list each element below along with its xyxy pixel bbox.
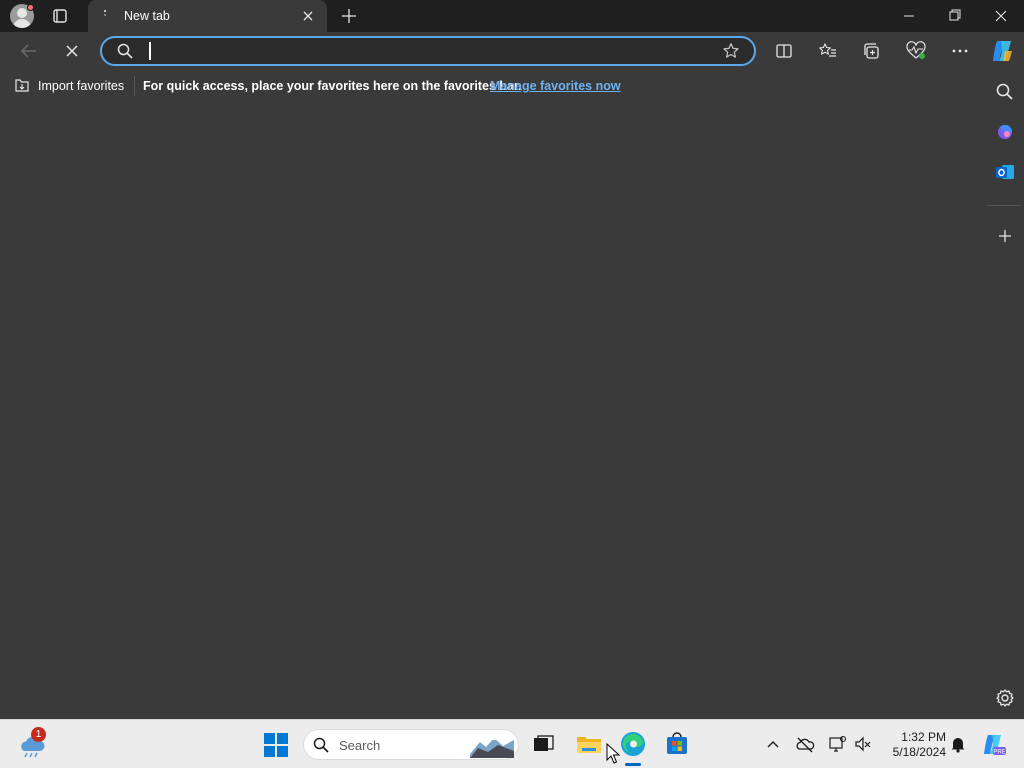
- divider: [134, 76, 135, 96]
- outlook-icon: [996, 165, 1014, 179]
- address-input[interactable]: [148, 41, 708, 61]
- store-button[interactable]: [662, 729, 692, 759]
- mouse-cursor: [606, 742, 621, 765]
- task-view-icon: [534, 735, 554, 751]
- close-window-button[interactable]: [978, 0, 1024, 32]
- favorites-button[interactable]: [813, 37, 843, 65]
- restore-button[interactable]: [932, 0, 978, 32]
- active-app-indicator: [625, 763, 641, 766]
- more-button[interactable]: [945, 37, 975, 65]
- performance-button[interactable]: [901, 37, 931, 65]
- notification-icon: [951, 738, 965, 753]
- loading-icon: [98, 8, 112, 22]
- star-icon[interactable]: [722, 42, 740, 60]
- minimize-icon: [904, 15, 914, 17]
- sidebar-search-button[interactable]: [991, 78, 1019, 106]
- store-icon: [667, 732, 687, 754]
- settings-icon: [996, 689, 1014, 707]
- search-icon: [117, 43, 133, 59]
- favorites-bar: Import favorites For quick access, place…: [0, 70, 986, 102]
- network-button[interactable]: [827, 734, 847, 754]
- tab-title: New tab: [124, 9, 170, 23]
- file-explorer-icon: [577, 737, 601, 753]
- volume-icon: [855, 736, 871, 752]
- show-hidden-icons-button[interactable]: [763, 734, 783, 754]
- search-highlight-image: [470, 734, 514, 758]
- copilot-taskbar-button[interactable]: PRE: [980, 732, 1006, 758]
- stop-icon: [66, 45, 78, 57]
- stop-button[interactable]: [57, 37, 87, 65]
- edge-taskbar-button[interactable]: [618, 729, 648, 759]
- plus-icon: [999, 230, 1011, 242]
- start-button[interactable]: [264, 733, 288, 757]
- file-explorer-button[interactable]: [574, 729, 604, 759]
- split-screen-button[interactable]: [769, 37, 799, 65]
- copilot-button[interactable]: [988, 37, 1016, 65]
- sidebar-settings-button[interactable]: [991, 684, 1019, 712]
- manage-favorites-link[interactable]: Manage favorites now: [490, 79, 621, 93]
- notification-center-button[interactable]: [948, 734, 968, 754]
- import-favorites-button[interactable]: Import favorites: [38, 79, 124, 93]
- collections-icon: [864, 43, 879, 59]
- tab-new-tab[interactable]: New tab: [88, 0, 327, 32]
- back-button[interactable]: [14, 37, 44, 65]
- title-bar: New tab: [0, 0, 1024, 32]
- windows-logo-icon: [264, 733, 288, 757]
- maximize-icon: [949, 9, 961, 21]
- split-screen-icon: [776, 44, 792, 58]
- text-caret: [149, 42, 151, 60]
- minimize-button[interactable]: [886, 0, 932, 32]
- cloud-icon: [796, 737, 815, 753]
- network-icon: [829, 735, 847, 752]
- sidebar-add-button[interactable]: [991, 222, 1019, 250]
- search-icon: [313, 737, 329, 753]
- sidebar-outlook-button[interactable]: [991, 158, 1019, 186]
- volume-button[interactable]: [853, 734, 873, 754]
- favorites-icon: [819, 43, 836, 57]
- taskbar-search-label: Search: [339, 738, 381, 753]
- taskbar-search-box[interactable]: Search: [303, 729, 519, 760]
- close-icon[interactable]: [300, 8, 316, 24]
- task-view-button[interactable]: [528, 729, 558, 759]
- profile-badge: [27, 4, 34, 11]
- system-clock[interactable]: 1:32 PM 5/18/2024: [878, 730, 946, 760]
- clock-time: 1:32 PM: [901, 730, 946, 744]
- performance-icon: [906, 41, 926, 59]
- import-icon[interactable]: [13, 77, 31, 94]
- plus-icon: [342, 9, 356, 23]
- new-tab-button[interactable]: [338, 5, 360, 27]
- favorites-bar-message: For quick access, place your favorites h…: [143, 79, 522, 93]
- svg-text:PRE: PRE: [993, 750, 1005, 756]
- onedrive-button[interactable]: [795, 734, 815, 754]
- copilot-icon: PRE: [984, 735, 1006, 756]
- sidebar-divider: [987, 205, 1021, 206]
- copilot-icon: [998, 124, 1013, 139]
- taskbar: 1 Search 1:32 PM 5/18/2024 PRE: [0, 719, 1024, 768]
- copilot-icon: [993, 41, 1012, 61]
- sidebar-copilot-button[interactable]: [991, 118, 1019, 146]
- address-bar[interactable]: [100, 36, 756, 66]
- chevron-up-icon: [767, 741, 779, 748]
- back-arrow-icon: [20, 44, 36, 58]
- clock-date: 5/18/2024: [892, 745, 946, 759]
- search-icon: [996, 83, 1013, 100]
- notification-badge: 1: [31, 727, 46, 742]
- tab-actions-icon[interactable]: [46, 6, 74, 26]
- more-icon: [952, 49, 968, 53]
- collections-button[interactable]: [857, 37, 887, 65]
- close-icon: [995, 10, 1007, 22]
- browser-toolbar: [0, 32, 1024, 70]
- edge-sidebar: [986, 70, 1024, 719]
- edge-icon: [621, 732, 645, 756]
- page-content[interactable]: [0, 102, 986, 719]
